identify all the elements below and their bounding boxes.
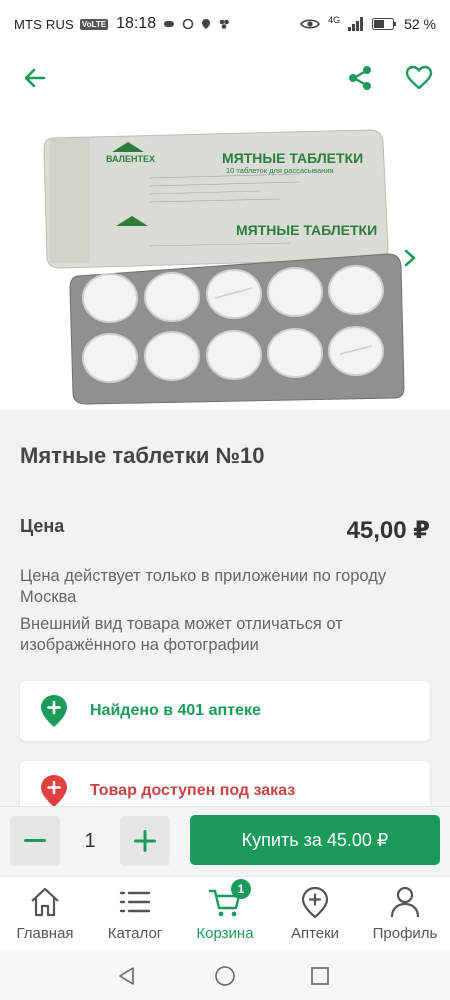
- triangle-back-icon: [119, 967, 134, 985]
- tab-catalog-label: Каталог: [107, 925, 163, 942]
- network-type: 4G: [328, 15, 341, 25]
- tab-catalog[interactable]: Каталог: [90, 877, 180, 950]
- plus-icon: [134, 830, 156, 852]
- product-title: Мятные таблетки №10: [20, 443, 265, 468]
- chevron-right-icon: [404, 249, 416, 267]
- found-in-pharmacies-text: Найдено в 401 аптеке: [90, 702, 261, 719]
- volte-icon: VoLTE: [79, 18, 109, 30]
- brand-name: ВАЛЕНТЕХ: [106, 154, 155, 164]
- product-image-area: ВАЛЕНТЕХ МЯТНЫЕ ТАБЛЕТКИ 10 таблеток для…: [0, 108, 450, 410]
- heart-icon: [405, 65, 433, 90]
- quantity-value[interactable]: 1: [60, 816, 120, 866]
- share-button[interactable]: [342, 60, 378, 96]
- tab-pharmacies-label: Аптеки: [290, 925, 340, 942]
- gallery-next-button[interactable]: [396, 244, 424, 272]
- square-recents-icon: [311, 967, 329, 985]
- user-icon: [390, 886, 420, 918]
- home-icon: [31, 887, 59, 917]
- blister-tablets-front: [69, 253, 405, 405]
- buy-button[interactable]: Купить за 45.00 ₽: [190, 815, 440, 865]
- price-note: Цена действует только в приложении по го…: [20, 567, 387, 606]
- available-to-order-text: Товар доступен под заказ: [90, 782, 296, 799]
- buy-panel: 1 Купить за 45.00 ₽: [0, 806, 450, 876]
- back-button[interactable]: [17, 60, 53, 96]
- system-navigation-bar: [0, 950, 450, 1000]
- notification-icon: [164, 21, 175, 27]
- favorite-button[interactable]: [401, 60, 437, 96]
- location-plus-red-icon: [41, 775, 67, 807]
- price-label: Цена: [20, 516, 65, 536]
- tab-cart[interactable]: 1 Корзина: [180, 877, 270, 950]
- tab-home[interactable]: Главная: [0, 877, 90, 950]
- location-plus-icon: [41, 695, 67, 727]
- package-label: МЯТНЫЕ ТАБЛЕТКИ: [222, 150, 363, 166]
- minus-icon: [24, 839, 46, 842]
- eye-icon: [300, 19, 320, 29]
- tab-cart-label: Корзина: [196, 925, 254, 942]
- sync-icon: [182, 18, 194, 30]
- share-icon: [349, 66, 371, 90]
- status-time: 18:18: [116, 15, 157, 32]
- circle-home-icon: [215, 966, 235, 986]
- system-home-button[interactable]: [213, 964, 237, 988]
- app-icon: [219, 19, 229, 29]
- app-header: [0, 48, 450, 108]
- cart-badge: 1: [231, 879, 251, 899]
- tab-pharmacies[interactable]: Аптеки: [270, 877, 360, 950]
- price-value: 45,00 ₽: [346, 517, 430, 544]
- tab-bar: Главная Каталог 1 Корзина Аптеки Профиль: [0, 876, 450, 950]
- increase-quantity-button[interactable]: [120, 816, 170, 866]
- battery-level: 52 %: [404, 16, 436, 32]
- found-in-pharmacies-card[interactable]: Найдено в 401 аптеке: [20, 681, 430, 741]
- package-label-2: МЯТНЫЕ ТАБЛЕТКИ: [236, 222, 377, 238]
- appearance-note: Внешний вид товара может отличаться от и…: [20, 615, 343, 654]
- location-icon: [202, 19, 211, 29]
- status-bar: MTS RUS VoLTE 18:18 4G 52 %: [0, 0, 450, 48]
- location-plus-outline-icon: [301, 886, 329, 919]
- system-back-button[interactable]: [115, 964, 139, 988]
- battery-icon: [372, 18, 397, 30]
- decrease-quantity-button[interactable]: [10, 816, 60, 866]
- tab-profile[interactable]: Профиль: [360, 877, 450, 950]
- signal-icon: [348, 17, 364, 31]
- tab-profile-label: Профиль: [372, 925, 438, 942]
- product-image[interactable]: ВАЛЕНТЕХ МЯТНЫЕ ТАБЛЕТКИ 10 таблеток для…: [0, 108, 450, 410]
- blister-foil-back: ВАЛЕНТЕХ МЯТНЫЕ ТАБЛЕТКИ 10 таблеток для…: [43, 129, 389, 269]
- carrier-name: MTS RUS: [14, 16, 74, 32]
- system-recents-button[interactable]: [308, 964, 332, 988]
- list-icon: [119, 891, 151, 913]
- package-sublabel: 10 таблеток для рассасывания: [226, 166, 334, 175]
- arrow-left-icon: [24, 68, 46, 88]
- tab-home-label: Главная: [16, 925, 74, 942]
